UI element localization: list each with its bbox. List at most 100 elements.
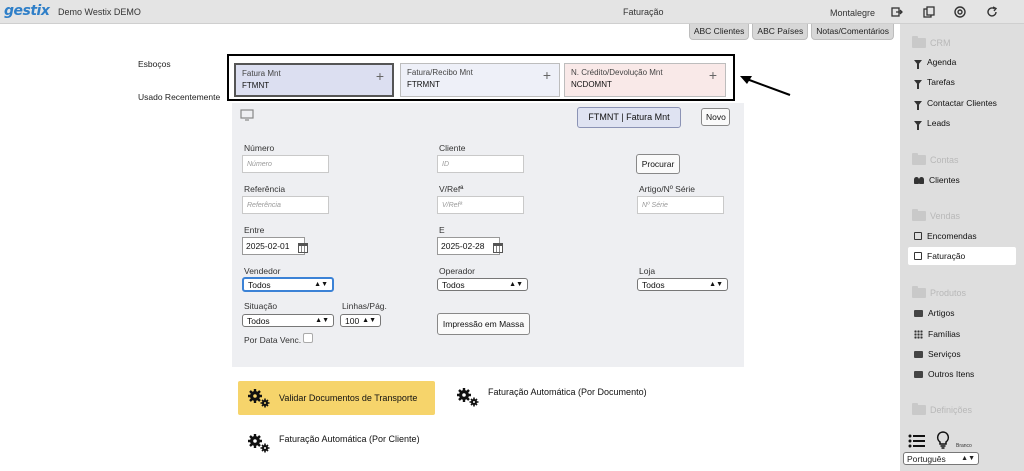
folder-icon — [912, 153, 926, 165]
logout-icon[interactable] — [891, 6, 903, 18]
sidebar-item-agenda[interactable]: Agenda — [914, 57, 957, 69]
numero-input[interactable]: Número — [242, 155, 329, 173]
sidebar: CRM Agenda Tarefas Contactar Clientes Le… — [900, 24, 1024, 471]
add-draft-icon[interactable]: + — [376, 68, 384, 84]
calendar-icon[interactable] — [493, 243, 503, 253]
draft-card-fatura-recibo-mnt[interactable]: Fatura/Recibo Mnt FTRMNT + — [400, 63, 560, 97]
sidebar-section-definicoes[interactable]: Definições — [912, 403, 972, 415]
por-data-venc-label: Por Data Venc. — [244, 335, 302, 345]
artigo-label: Artigo/Nº Série — [639, 184, 696, 194]
sidebar-section-produtos[interactable]: Produtos — [912, 286, 966, 298]
add-draft-icon[interactable]: + — [543, 67, 551, 83]
tab-notas-comentarios[interactable]: Notas/Comentários — [811, 24, 894, 40]
folder-icon — [912, 403, 926, 415]
gestix-logo[interactable]: gestix — [4, 3, 50, 19]
drafts-highlight-box: Fatura Mnt FTMNT + Fatura/Recibo Mnt FTR… — [227, 54, 735, 101]
select-arrows-icon: ▲▼ — [961, 455, 975, 462]
faturacao-automatica-documento-action[interactable]: Faturação Automática (Por Documento) — [456, 387, 647, 407]
user-name[interactable]: Montalegre — [830, 8, 875, 18]
situacao-label: Situação — [244, 301, 278, 311]
validar-label: Validar Documentos de Transporte — [279, 393, 418, 403]
entre-label: Entre — [244, 225, 265, 235]
operador-value: Todos — [442, 279, 465, 290]
section-label: CRM — [930, 38, 951, 48]
drafts-label: Esboços — [138, 59, 171, 69]
artigo-input[interactable]: Nº Série — [637, 196, 724, 214]
sidebar-item-faturacao[interactable]: Faturação — [908, 247, 1016, 265]
draft-code: FTMNT — [242, 81, 270, 90]
sidebar-item-outros-itens[interactable]: Outros Itens — [914, 369, 974, 379]
tab-abc-clientes[interactable]: ABC Clientes — [688, 24, 750, 40]
loja-select[interactable]: Todos ▲▼ — [637, 278, 728, 291]
sidebar-item-tarefas[interactable]: Tarefas — [914, 77, 955, 89]
sidebar-item-artigos[interactable]: Artigos — [914, 308, 954, 318]
company-name: Demo Westix DEMO — [58, 7, 141, 17]
por-data-venc-checkbox[interactable] — [303, 333, 313, 343]
select-arrows-icon: ▲▼ — [709, 281, 723, 288]
referencia-input[interactable]: Referência — [242, 196, 329, 214]
linhas-select[interactable]: 100 ▲▼ — [340, 314, 381, 327]
sidebar-item-label: Agenda — [927, 57, 957, 67]
funnel-icon — [914, 59, 922, 69]
document-type-badge[interactable]: FTMNT | Fatura Mnt — [577, 107, 681, 128]
sidebar-item-leads[interactable]: Leads — [914, 118, 950, 130]
procurar-button[interactable]: Procurar — [636, 154, 680, 174]
impressao-em-massa-button[interactable]: Impressão em Massa — [437, 313, 530, 335]
draft-card-fatura-mnt[interactable]: Fatura Mnt FTMNT + — [234, 63, 394, 97]
loja-value: Todos — [642, 279, 665, 290]
draft-card-nota-credito-mnt[interactable]: N. Crédito/Devolução Mnt NCDOMNT + — [564, 63, 726, 97]
select-arrows-icon: ▲▼ — [315, 317, 329, 324]
sidebar-item-familias[interactable]: Famílias — [914, 329, 960, 339]
document-icon — [914, 232, 922, 240]
sidebar-item-contactar-clientes[interactable]: Contactar Clientes — [914, 98, 997, 110]
lightbulb-icon[interactable] — [936, 431, 950, 449]
operador-select[interactable]: Todos ▲▼ — [437, 278, 528, 291]
folder-icon — [912, 286, 926, 298]
validar-documentos-transporte-action[interactable]: Validar Documentos de Transporte — [238, 381, 435, 415]
cliente-input[interactable]: ID — [437, 155, 524, 173]
theme-label: Branco — [956, 443, 972, 449]
annotation-arrow-icon — [740, 76, 791, 96]
vendedor-value: Todos — [248, 279, 271, 290]
sidebar-item-label: Famílias — [928, 329, 961, 339]
select-arrows-icon: ▲▼ — [314, 281, 328, 288]
draft-title: N. Crédito/Devolução Mnt — [571, 68, 663, 77]
vendedor-label: Vendedor — [244, 266, 281, 276]
e-label: E — [439, 225, 445, 235]
sidebar-item-servicos[interactable]: Serviços — [914, 349, 961, 359]
situacao-select[interactable]: Todos ▲▼ — [242, 314, 334, 327]
faturacao-automatica-cliente-action[interactable]: Faturação Automática (Por Cliente) — [247, 433, 420, 453]
folder-icon — [912, 36, 926, 48]
draft-title: Fatura Mnt — [242, 69, 281, 78]
entre-date-input[interactable]: 2025-02-01 — [242, 237, 305, 255]
support-icon[interactable] — [954, 6, 966, 18]
sidebar-section-crm[interactable]: CRM — [912, 36, 951, 48]
sidebar-item-label: Clientes — [929, 175, 960, 185]
monitor-icon[interactable] — [240, 109, 254, 121]
language-select[interactable]: Português ▲▼ — [903, 452, 979, 465]
language-value: Português — [907, 453, 946, 464]
e-date-input[interactable]: 2025-02-28 — [437, 237, 500, 255]
new-button[interactable]: Novo — [701, 108, 730, 126]
funnel-icon — [914, 120, 922, 130]
gears-icon — [247, 388, 271, 408]
list-menu-icon[interactable] — [908, 434, 926, 448]
refresh-icon[interactable] — [986, 6, 998, 18]
add-draft-icon[interactable]: + — [709, 67, 717, 83]
tab-abc-paises[interactable]: ABC Países — [752, 24, 809, 40]
sidebar-item-encomendas[interactable]: Encomendas — [914, 231, 977, 241]
sidebar-item-label: Faturação — [927, 251, 966, 261]
sidebar-item-clientes[interactable]: Clientes — [914, 175, 960, 185]
select-arrows-icon: ▲▼ — [509, 281, 523, 288]
sidebar-item-label: Tarefas — [927, 77, 955, 87]
recent-label: Usado Recentemente — [138, 92, 221, 102]
vendedor-select[interactable]: Todos ▲▼ — [242, 277, 334, 292]
sidebar-section-vendas[interactable]: Vendas — [912, 209, 960, 221]
vref-input[interactable]: V/Refª — [437, 196, 524, 214]
sidebar-section-contas[interactable]: Contas — [912, 153, 959, 165]
calendar-icon[interactable] — [298, 243, 308, 253]
vref-label: V/Refª — [439, 184, 464, 194]
cliente-label: Cliente — [439, 143, 466, 153]
windows-icon[interactable] — [923, 6, 935, 18]
linhas-value: 100 — [345, 315, 360, 326]
